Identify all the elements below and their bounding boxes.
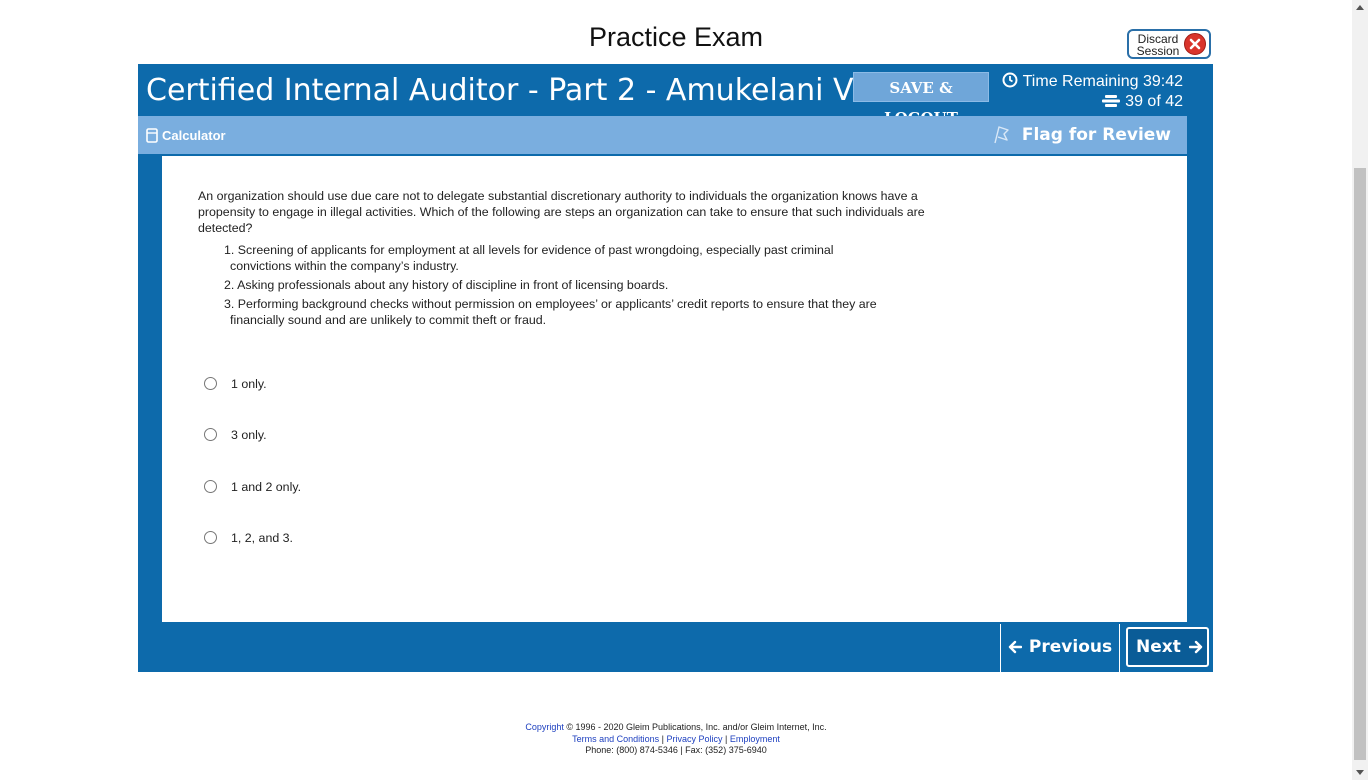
answer-choice-label: 1, 2, and 3. [231, 531, 294, 545]
scrollbar-thumb[interactable] [1354, 168, 1366, 760]
terms-link[interactable]: Terms and Conditions [572, 734, 659, 744]
radio-button[interactable] [204, 377, 217, 390]
answer-choice-c[interactable]: 1 and 2 only. [204, 480, 301, 494]
exam-panel: Certified Internal Auditor - Part 2 - Am… [138, 64, 1213, 672]
discard-label-line2: Session [1136, 44, 1180, 58]
answer-choice-label: 1 and 2 only. [231, 480, 302, 494]
privacy-link[interactable]: Privacy Policy [667, 734, 723, 744]
question-items: 1. Screening of applicants for employmen… [198, 242, 938, 328]
save-logout-button[interactable]: SAVE & LOGOUT [853, 72, 989, 127]
time-remaining: Time Remaining 39:42 [1022, 73, 1183, 90]
item-text: Asking professionals about any history o… [237, 278, 669, 292]
question-area: An organization should use due care not … [162, 156, 1187, 622]
answer-choice-a[interactable]: 1 only. [204, 377, 267, 391]
separator: | [722, 733, 730, 744]
toolbar: Calculator Flag for Review [138, 116, 1187, 154]
question-item: 2. Asking professionals about any histor… [222, 277, 938, 293]
navigation-bar: Previous Next [138, 624, 1213, 672]
discard-session-button[interactable]: Discard Session [1127, 29, 1211, 59]
copyright-link[interactable]: Copyright [525, 722, 564, 732]
radio-button[interactable] [204, 428, 217, 441]
copyright-text: © 1996 - 2020 Gleim Publications, Inc. a… [563, 722, 827, 732]
exam-status: Time Remaining 39:42 39 of 42 [998, 72, 1183, 112]
question-stem: An organization should use due care not … [198, 189, 925, 235]
previous-button[interactable]: Previous [1000, 624, 1120, 672]
question-item: 1. Screening of applicants for employmen… [222, 242, 938, 274]
next-button[interactable]: Next [1126, 627, 1209, 667]
item-number: 1. [224, 243, 235, 257]
flag-for-review-button[interactable]: Flag for Review [992, 124, 1171, 145]
employment-link[interactable]: Employment [730, 734, 780, 744]
question-count-icon [1102, 95, 1121, 107]
next-label: Next [1136, 637, 1181, 657]
calculator-label: Calculator [162, 128, 226, 143]
discard-session-label: Discard Session [1135, 33, 1181, 57]
answer-choice-label: 1 only. [231, 377, 267, 391]
answer-choice-d[interactable]: 1, 2, and 3. [204, 531, 293, 545]
question-text: An organization should use due care not … [198, 188, 938, 331]
question-item: 3. Performing background checks without … [222, 296, 938, 328]
arrow-right-icon [1189, 640, 1203, 654]
item-number: 2. [224, 278, 235, 292]
close-circle-icon [1184, 33, 1206, 55]
item-text: Performing background checks without per… [237, 297, 877, 311]
calculator-button[interactable]: Calculator [146, 128, 226, 143]
question-progress: 39 of 42 [1125, 93, 1183, 110]
item-text: Screening of applicants for employment a… [237, 243, 834, 257]
item-text-continued: financially sound and are unlikely to co… [230, 313, 547, 327]
radio-button[interactable] [204, 480, 217, 493]
answer-choice-label: 3 only. [231, 428, 267, 442]
scroll-up-arrow-icon[interactable] [1356, 5, 1364, 10]
calculator-icon [146, 128, 158, 143]
flag-label: Flag for Review [1021, 125, 1171, 145]
separator: | [659, 733, 667, 744]
legal-footer: Copyright © 1996 - 2020 Gleim Publicatio… [0, 722, 1352, 757]
previous-label: Previous [1028, 637, 1113, 657]
arrow-left-icon [1008, 640, 1023, 654]
clock-icon [1002, 72, 1018, 88]
item-text-continued: convictions within the company’s industr… [230, 259, 459, 273]
exam-title: Certified Internal Auditor - Part 2 - Am… [146, 73, 933, 108]
flag-icon [994, 126, 1009, 144]
page-scrollbar[interactable] [1352, 0, 1368, 780]
radio-button[interactable] [204, 531, 217, 544]
contact-info: Phone: (800) 874-5346 | Fax: (352) 375-6… [585, 745, 767, 755]
scroll-down-arrow-icon[interactable] [1356, 770, 1364, 775]
item-number: 3. [224, 297, 235, 311]
answer-choice-b[interactable]: 3 only. [204, 428, 267, 442]
